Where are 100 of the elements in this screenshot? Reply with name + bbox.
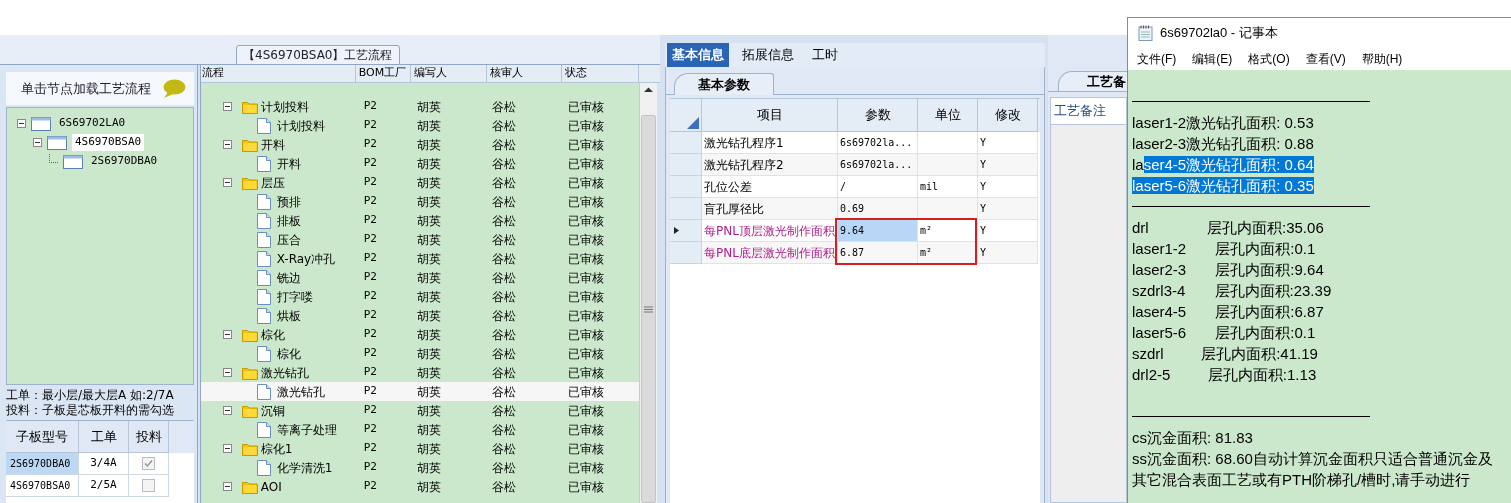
column-header[interactable]: 项目: [702, 99, 838, 132]
tree-node[interactable]: AOI: [260, 477, 282, 496]
column-header[interactable]: BOM工厂: [355, 65, 411, 82]
checkbox[interactable]: [142, 479, 155, 492]
tab[interactable]: 拓展信息: [737, 43, 799, 67]
column-header[interactable]: 工单: [79, 421, 129, 453]
table-cell-text: 谷松: [490, 136, 517, 154]
menu-item[interactable]: 帮助(H): [1360, 50, 1404, 68]
menu-item[interactable]: 格式(O): [1247, 50, 1291, 68]
table-cell-text: P2: [362, 174, 378, 191]
column-header[interactable]: 编写人: [410, 65, 487, 82]
tree-node[interactable]: 沉铜: [260, 401, 285, 420]
text-line: laser2-3 层孔内面积:9.64: [1132, 260, 1324, 280]
tab[interactable]: 基本信息: [667, 43, 729, 67]
collapse-icon[interactable]: [222, 102, 232, 111]
table-cell-text: 已审核: [566, 269, 605, 287]
table-cell-text: P2: [362, 250, 378, 267]
tree-node[interactable]: 开料: [276, 154, 301, 173]
table-cell-text: P2: [362, 136, 378, 153]
tree-node[interactable]: 等离子处理: [276, 420, 337, 439]
collapse-icon[interactable]: [222, 368, 232, 377]
table-cell: 3/4A: [79, 453, 129, 475]
column-header[interactable]: 修改: [978, 99, 1038, 132]
text-line: cs沉金面积: 81.83: [1132, 428, 1253, 448]
document-icon: [256, 269, 271, 286]
table-cell: 4S6970BSA0: [6, 475, 79, 497]
menu-item[interactable]: 文件(F): [1136, 50, 1178, 68]
table-cell: 2S6970DBA0: [6, 453, 79, 475]
table-cell-text: 已审核: [566, 326, 605, 344]
table-cell-text: 谷松: [490, 193, 517, 211]
text-line: laser1-2激光钻孔面积: 0.53: [1132, 113, 1314, 133]
folder-icon: [241, 403, 258, 418]
checkbox[interactable]: [142, 457, 155, 470]
tree-node[interactable]: 计划投料: [260, 97, 309, 116]
table-cell-text: 已审核: [566, 250, 605, 268]
sub-tab[interactable]: 基本参数: [674, 73, 774, 95]
tree-node[interactable]: 排板: [276, 211, 301, 230]
collapse-icon[interactable]: [222, 330, 232, 339]
table-cell-text: 胡英: [415, 345, 442, 363]
tree-node[interactable]: 计划投料: [276, 116, 325, 135]
selected-row[interactable]: 激光钻孔 P2 胡英 谷松 已审核: [200, 382, 639, 401]
column-header[interactable]: 参数: [838, 99, 918, 132]
tree-node[interactable]: 4S6970BSA0: [72, 134, 145, 151]
process-title-tab[interactable]: 【4S6970BSA0】工艺流程: [236, 45, 400, 65]
column-header[interactable]: 核审人: [486, 65, 562, 82]
collapse-icon[interactable]: [222, 444, 232, 453]
tree-node[interactable]: 压合: [276, 230, 301, 249]
table-cell: Y: [978, 198, 1038, 220]
column-header[interactable]: 投料: [129, 421, 169, 453]
tree-node[interactable]: 开料: [260, 135, 285, 154]
select-all-icon[interactable]: [687, 117, 699, 129]
note-text: 工单：最小层/最大层A 如:2/7A: [6, 388, 175, 403]
tree-node[interactable]: 2S6970DBA0: [88, 153, 161, 170]
menu-item[interactable]: 查看(V): [1304, 50, 1347, 68]
table-cell-text: P2: [362, 383, 378, 400]
table-cell-text: 已审核: [566, 155, 605, 173]
table-cell-text: 谷松: [490, 231, 517, 249]
table-cell-text: 谷松: [490, 174, 517, 192]
collapse-icon[interactable]: [222, 482, 232, 491]
tab[interactable]: 工时: [807, 43, 843, 67]
tree-node[interactable]: 烘板: [276, 306, 301, 325]
collapse-icon[interactable]: [222, 406, 232, 415]
collapse-icon[interactable]: [222, 140, 232, 149]
tree-node[interactable]: 激光钻孔: [260, 363, 309, 382]
table-cell-text: 谷松: [490, 269, 517, 287]
column-header[interactable]: 状态: [561, 65, 639, 82]
tree-node[interactable]: X-Ray冲孔: [276, 249, 336, 268]
tree-node[interactable]: 铣边: [276, 268, 301, 287]
table-cell-text: P2: [362, 288, 378, 305]
table-cell-text: 胡英: [415, 136, 442, 154]
tree-node[interactable]: 层压: [260, 173, 285, 192]
tree-node[interactable]: 预排: [276, 192, 301, 211]
tree-node[interactable]: 激光钻孔: [276, 382, 325, 401]
table-cell: Y: [978, 154, 1038, 176]
tree-node[interactable]: 打字喽: [276, 287, 313, 306]
collapse-icon[interactable]: [222, 178, 232, 187]
table-cell: 6.87: [838, 242, 918, 264]
table-cell-text: P2: [362, 345, 378, 362]
column-header[interactable]: 流程: [200, 65, 356, 82]
table-cell-text: 已审核: [566, 459, 605, 477]
remark-tab[interactable]: 工艺备: [1058, 71, 1127, 91]
collapse-icon[interactable]: [17, 119, 26, 128]
menu-item[interactable]: 编辑(E): [1191, 50, 1234, 68]
table-cell-text: 已审核: [566, 421, 605, 439]
row-header[interactable]: [670, 220, 702, 242]
table-cell-text: 胡英: [415, 326, 442, 344]
tree-node[interactable]: 棕化: [260, 325, 285, 344]
grip-icon: [643, 305, 653, 313]
tree-node[interactable]: 6S69702LA0: [56, 115, 129, 132]
document-icon: [256, 383, 271, 400]
column-header[interactable]: 单位: [918, 99, 978, 132]
table-cell-text: 胡英: [415, 250, 442, 268]
table-cell-text: 胡英: [415, 231, 442, 249]
text-line: szdrl 层孔内面积:41.19: [1132, 344, 1318, 364]
table-cell-text: 谷松: [490, 155, 517, 173]
tree-node[interactable]: 棕化1: [260, 439, 293, 458]
tree-node[interactable]: 棕化: [276, 344, 301, 363]
text-line: szdrl3-4 层孔内面积:23.39: [1132, 281, 1332, 301]
collapse-icon[interactable]: [33, 138, 42, 147]
tree-node[interactable]: 化学清洗1: [276, 458, 333, 477]
